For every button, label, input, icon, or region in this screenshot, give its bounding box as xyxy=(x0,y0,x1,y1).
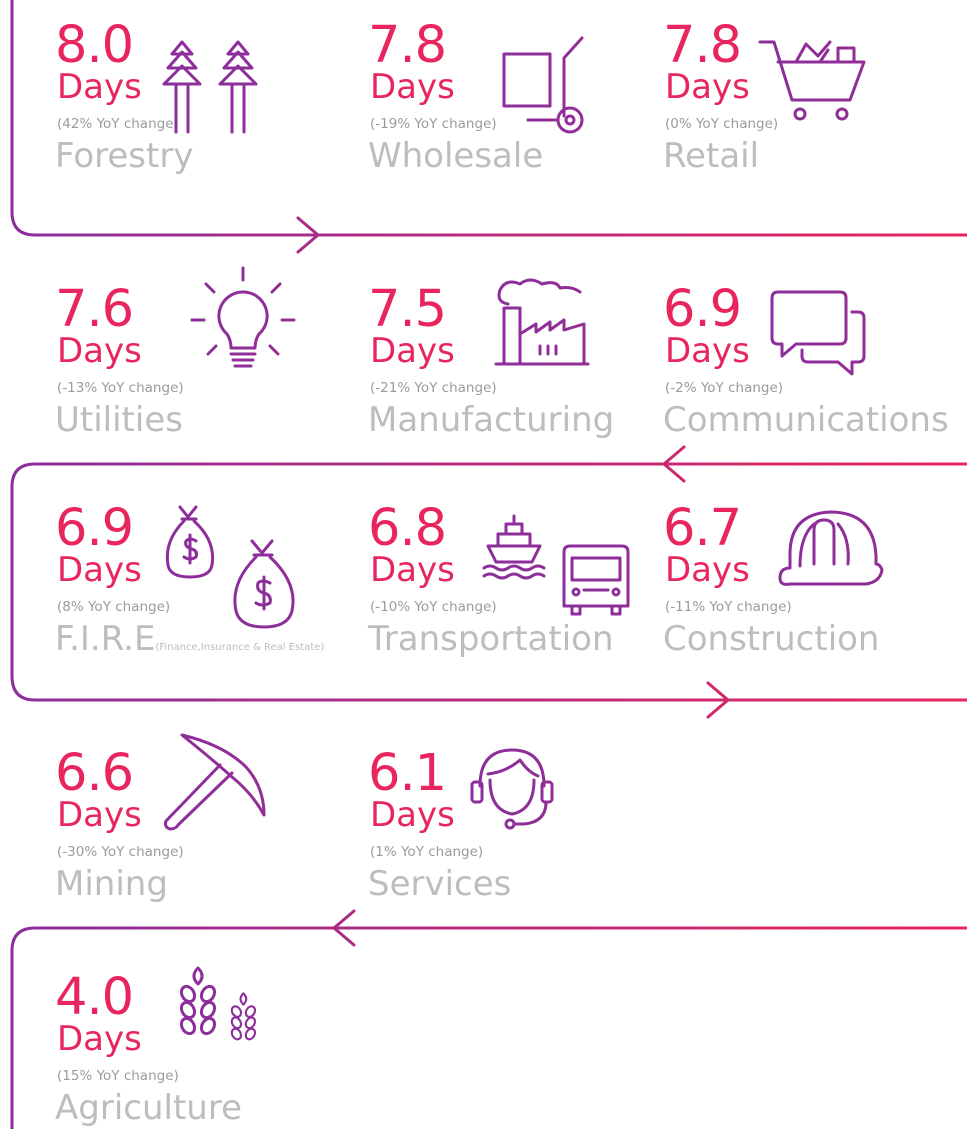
industry-name: Manufacturing xyxy=(368,400,615,440)
days-unit: Days xyxy=(370,550,455,590)
wheat-icon xyxy=(176,966,268,1046)
yoy-change: (-13% YoY change) xyxy=(57,380,184,396)
industry-name: Retail xyxy=(663,136,760,176)
days-unit: Days xyxy=(665,67,750,107)
yoy-change: (-19% YoY change) xyxy=(370,116,497,132)
industry-name: Forestry xyxy=(55,136,194,176)
yoy-change: (-10% YoY change) xyxy=(370,599,497,615)
yoy-change: (8% YoY change) xyxy=(57,599,171,615)
pickaxe-icon xyxy=(160,733,270,833)
factory-icon xyxy=(486,274,592,368)
days-unit: Days xyxy=(370,795,455,835)
hard-hat-icon xyxy=(776,508,886,592)
days-unit: Days xyxy=(57,550,142,590)
yoy-change: (-2% YoY change) xyxy=(665,380,784,396)
days-value: 4.0 xyxy=(55,968,134,1027)
days-value: 7.5 xyxy=(368,280,447,339)
headset-icon xyxy=(466,744,556,830)
days-unit: Days xyxy=(665,550,750,590)
yoy-change: (-21% YoY change) xyxy=(370,380,497,396)
industry-name: Communications xyxy=(663,400,949,440)
hand-truck-icon xyxy=(498,36,593,136)
industry-name: Transportation xyxy=(368,619,614,659)
days-value: 6.1 xyxy=(368,744,447,803)
days-value: 7.8 xyxy=(663,16,742,75)
days-unit: Days xyxy=(370,67,455,107)
industry-name: Utilities xyxy=(55,400,183,440)
money-bags-icon xyxy=(162,505,302,633)
days-value: 6.7 xyxy=(663,499,742,558)
yoy-change: (-11% YoY change) xyxy=(665,599,792,615)
industry-name: Agriculture xyxy=(55,1088,242,1128)
chat-bubbles-icon xyxy=(768,290,868,380)
days-value: 6.8 xyxy=(368,499,447,558)
days-value: 6.9 xyxy=(663,280,742,339)
days-value: 6.9 xyxy=(55,499,134,558)
industry-name: Wholesale xyxy=(368,136,544,176)
days-value: 7.6 xyxy=(55,280,134,339)
ship-truck-icon xyxy=(482,514,634,616)
days-unit: Days xyxy=(665,331,750,371)
shopping-cart-icon xyxy=(758,38,873,123)
industry-name: Mining xyxy=(55,864,168,904)
days-unit: Days xyxy=(370,331,455,371)
days-value: 6.6 xyxy=(55,744,134,803)
days-unit: Days xyxy=(57,331,142,371)
days-value: 7.8 xyxy=(368,16,447,75)
industry-name: Services xyxy=(368,864,512,904)
light-bulb-icon xyxy=(188,264,298,376)
days-value: 8.0 xyxy=(55,16,134,75)
yoy-change: (1% YoY change) xyxy=(370,844,484,860)
days-unit: Days xyxy=(57,795,142,835)
yoy-change: (-30% YoY change) xyxy=(57,844,184,860)
yoy-change: (15% YoY change) xyxy=(57,1068,179,1084)
industry-name-note: (Finance,Insurance & Real Estate) xyxy=(155,642,325,653)
pine-trees-icon xyxy=(160,38,270,134)
industry-name: Construction xyxy=(663,619,880,659)
days-unit: Days xyxy=(57,1019,142,1059)
industry-name-text: F.I.R.E xyxy=(55,619,156,659)
days-unit: Days xyxy=(57,67,142,107)
